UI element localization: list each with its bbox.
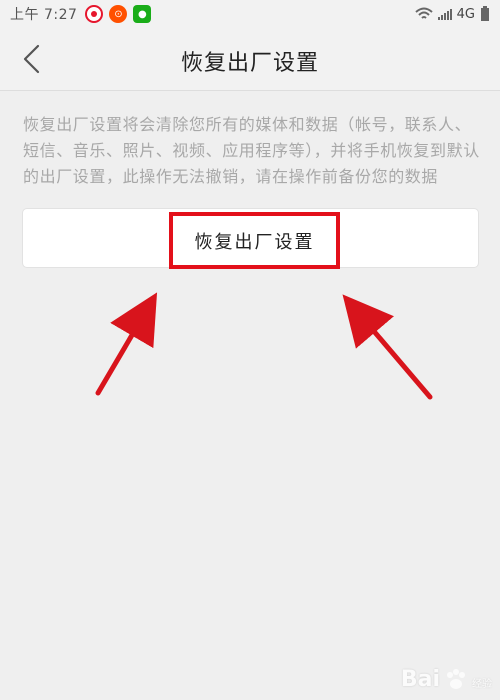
wechat-icon: ● [133, 5, 152, 23]
factory-reset-screen: 上午 7:27 ⊙ ● 4G 恢复出厂设置 恢复出厂设置将会清除您所有的媒体和数… [0, 0, 500, 700]
watermark-suffix: 经验 [472, 679, 492, 690]
page-title: 恢复出厂设置 [180, 51, 319, 76]
page-header: 恢复出厂设置 [0, 28, 500, 90]
status-bar: 上午 7:27 ⊙ ● 4G [0, 0, 500, 28]
wifi-icon [414, 7, 433, 19]
taobao-icon: ⊙ [109, 5, 128, 23]
weibo-icon [85, 5, 104, 23]
battery-icon [481, 6, 489, 21]
status-indicators: 4G [414, 6, 490, 22]
annotation-arrow-right [342, 294, 433, 400]
annotation-arrow-left [95, 292, 158, 396]
annotation-arrows [95, 292, 433, 400]
baidu-paw-icon [447, 668, 465, 689]
baidu-watermark: Bai 经验 [401, 667, 492, 692]
header-divider [0, 90, 500, 91]
reset-warning-text: 恢复出厂设置将会清除您所有的媒体和数据（帐号，联系人、短信、音乐、照片、视频、应… [23, 115, 480, 186]
signal-icon [437, 8, 452, 20]
watermark-text: Bai [400, 667, 440, 692]
network-type: 4G [456, 6, 475, 22]
factory-reset-button[interactable]: 恢复出厂设置 [169, 212, 340, 269]
status-time: 上午 7:27 [10, 7, 78, 23]
